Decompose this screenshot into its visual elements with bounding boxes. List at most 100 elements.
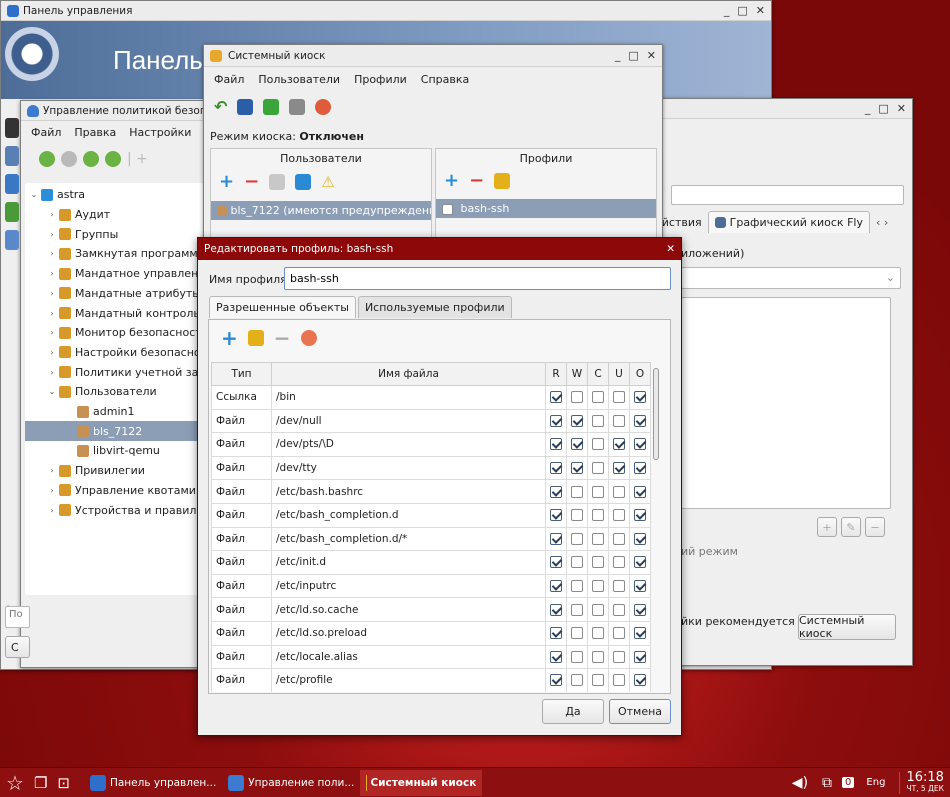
- permission-c-checkbox[interactable]: [592, 391, 604, 404]
- col-r[interactable]: R: [545, 362, 567, 386]
- task-control-panel[interactable]: Панель управлен...: [84, 770, 222, 796]
- permission-u-checkbox[interactable]: [613, 485, 625, 498]
- system-kiosk-button[interactable]: Системный киоск: [798, 614, 896, 640]
- play-icon[interactable]: [263, 98, 280, 115]
- remove-profile-icon[interactable]: −: [469, 172, 484, 190]
- permission-c-checkbox[interactable]: [592, 580, 604, 593]
- permission-o-checkbox[interactable]: [634, 674, 646, 687]
- tree-item[interactable]: bls_7122: [25, 421, 221, 442]
- permission-u-checkbox[interactable]: [613, 556, 625, 569]
- permission-r-checkbox[interactable]: [550, 485, 562, 498]
- tree-item[interactable]: ⌄ astra: [25, 185, 221, 205]
- notification-badge[interactable]: 0: [842, 777, 855, 788]
- add-user-icon[interactable]: +: [219, 173, 234, 191]
- permission-r-checkbox[interactable]: [550, 627, 562, 640]
- add-icon[interactable]: | +: [127, 151, 148, 167]
- record-icon[interactable]: [315, 98, 332, 115]
- permission-r-checkbox[interactable]: [550, 580, 562, 593]
- permission-c-checkbox[interactable]: [592, 650, 604, 663]
- permission-r-checkbox[interactable]: [550, 462, 562, 475]
- table-row[interactable]: Файл/etc/profile: [211, 668, 651, 692]
- side-settings-icon[interactable]: [5, 230, 19, 250]
- security-policy-titlebar[interactable]: Управление политикой безопасности: [21, 101, 219, 121]
- permission-c-checkbox[interactable]: [592, 556, 604, 569]
- save-icon[interactable]: [237, 98, 254, 115]
- permission-w-checkbox[interactable]: [571, 650, 583, 663]
- chevron-right-icon[interactable]: ›: [47, 368, 57, 377]
- permission-o-checkbox[interactable]: [634, 603, 646, 616]
- table-scrollbar[interactable]: [653, 364, 661, 690]
- edit-app-button[interactable]: ✎: [841, 517, 861, 537]
- tree-item[interactable]: › Замкнутая программна: [25, 244, 221, 264]
- add-profile-icon[interactable]: +: [444, 172, 459, 190]
- tree-item[interactable]: › Аудит: [25, 205, 221, 225]
- permission-r-checkbox[interactable]: [550, 438, 562, 451]
- pause-icon[interactable]: [295, 174, 312, 190]
- permission-u-checkbox[interactable]: [613, 674, 625, 687]
- permission-c-checkbox[interactable]: [592, 485, 604, 498]
- cancel-button[interactable]: Отмена: [609, 699, 671, 724]
- permission-w-checkbox[interactable]: [571, 485, 583, 498]
- menu-file[interactable]: Файл: [214, 73, 244, 86]
- tab-graphical-kiosk[interactable]: Графический киоск Fly: [707, 211, 870, 233]
- permission-w-checkbox[interactable]: [571, 603, 583, 616]
- table-row[interactable]: Файл/etc/bash.bashrc: [211, 479, 651, 504]
- menu-settings[interactable]: Настройки: [129, 126, 191, 139]
- chevron-down-icon[interactable]: ⌄: [29, 190, 39, 199]
- tree-item[interactable]: › Настройки безопасност: [25, 343, 221, 363]
- menu-help[interactable]: Справка: [421, 73, 469, 86]
- permission-c-checkbox[interactable]: [592, 603, 604, 616]
- permission-o-checkbox[interactable]: [634, 462, 646, 475]
- permission-c-checkbox[interactable]: [592, 438, 604, 451]
- user-list-item[interactable]: bls_7122 (имеются предупреждения): [211, 201, 431, 220]
- permission-o-checkbox[interactable]: [634, 556, 646, 569]
- permission-w-checkbox[interactable]: [571, 462, 583, 475]
- down-icon[interactable]: [105, 151, 121, 167]
- col-filename[interactable]: Имя файла: [271, 362, 546, 386]
- permission-c-checkbox[interactable]: [592, 462, 604, 475]
- task-system-kiosk[interactable]: Системный киоск: [360, 769, 483, 796]
- permission-w-checkbox[interactable]: [571, 414, 583, 427]
- apps-combo[interactable]: ⌄: [681, 267, 901, 289]
- clear-icon[interactable]: [300, 330, 317, 346]
- tree-item[interactable]: › Привилегии: [25, 461, 221, 481]
- chevron-right-icon[interactable]: ›: [47, 309, 57, 318]
- control-panel-titlebar[interactable]: Панель управления _ □ ✕: [1, 1, 771, 21]
- table-row[interactable]: Файл/etc/locale.alias: [211, 644, 651, 670]
- tree-item[interactable]: › Управление квотами: [25, 481, 221, 501]
- chevron-right-icon[interactable]: ›: [47, 486, 57, 495]
- permission-o-checkbox[interactable]: [634, 485, 646, 498]
- network-icon[interactable]: ⧉: [822, 775, 832, 791]
- language-indicator[interactable]: Eng: [866, 777, 885, 788]
- chevron-right-icon[interactable]: ›: [47, 269, 57, 278]
- permission-r-checkbox[interactable]: [550, 674, 562, 687]
- permission-c-checkbox[interactable]: [592, 532, 604, 545]
- chevron-right-icon[interactable]: ›: [47, 230, 57, 239]
- fly-settings-field[interactable]: [671, 185, 904, 205]
- ok-button[interactable]: Да: [542, 699, 604, 724]
- permission-u-checkbox[interactable]: [613, 627, 625, 640]
- profile-list-item[interactable]: bash-ssh: [436, 199, 656, 218]
- chevron-right-icon[interactable]: ›: [47, 210, 57, 219]
- maximize-icon[interactable]: □: [628, 49, 638, 62]
- close-icon[interactable]: ✕: [647, 49, 656, 62]
- search-field[interactable]: По: [5, 606, 30, 628]
- permission-w-checkbox[interactable]: [571, 580, 583, 593]
- maximize-icon[interactable]: □: [878, 102, 888, 115]
- permission-u-checkbox[interactable]: [613, 650, 625, 663]
- permission-c-checkbox[interactable]: [592, 509, 604, 522]
- user-stop-icon[interactable]: [269, 174, 286, 190]
- chevron-right-icon[interactable]: ›: [47, 328, 57, 337]
- chevron-right-icon[interactable]: ›: [47, 289, 57, 298]
- scrollbar-thumb[interactable]: [653, 368, 659, 460]
- add-folder-icon[interactable]: [247, 330, 264, 346]
- col-u[interactable]: U: [608, 362, 630, 386]
- permission-u-checkbox[interactable]: [613, 414, 625, 427]
- forward-icon[interactable]: [61, 151, 77, 167]
- menu-users[interactable]: Пользователи: [258, 73, 340, 86]
- maximize-icon[interactable]: □: [737, 4, 747, 17]
- add-object-icon[interactable]: +: [221, 328, 238, 348]
- permission-w-checkbox[interactable]: [571, 674, 583, 687]
- permission-r-checkbox[interactable]: [550, 532, 562, 545]
- permission-c-checkbox[interactable]: [592, 414, 604, 427]
